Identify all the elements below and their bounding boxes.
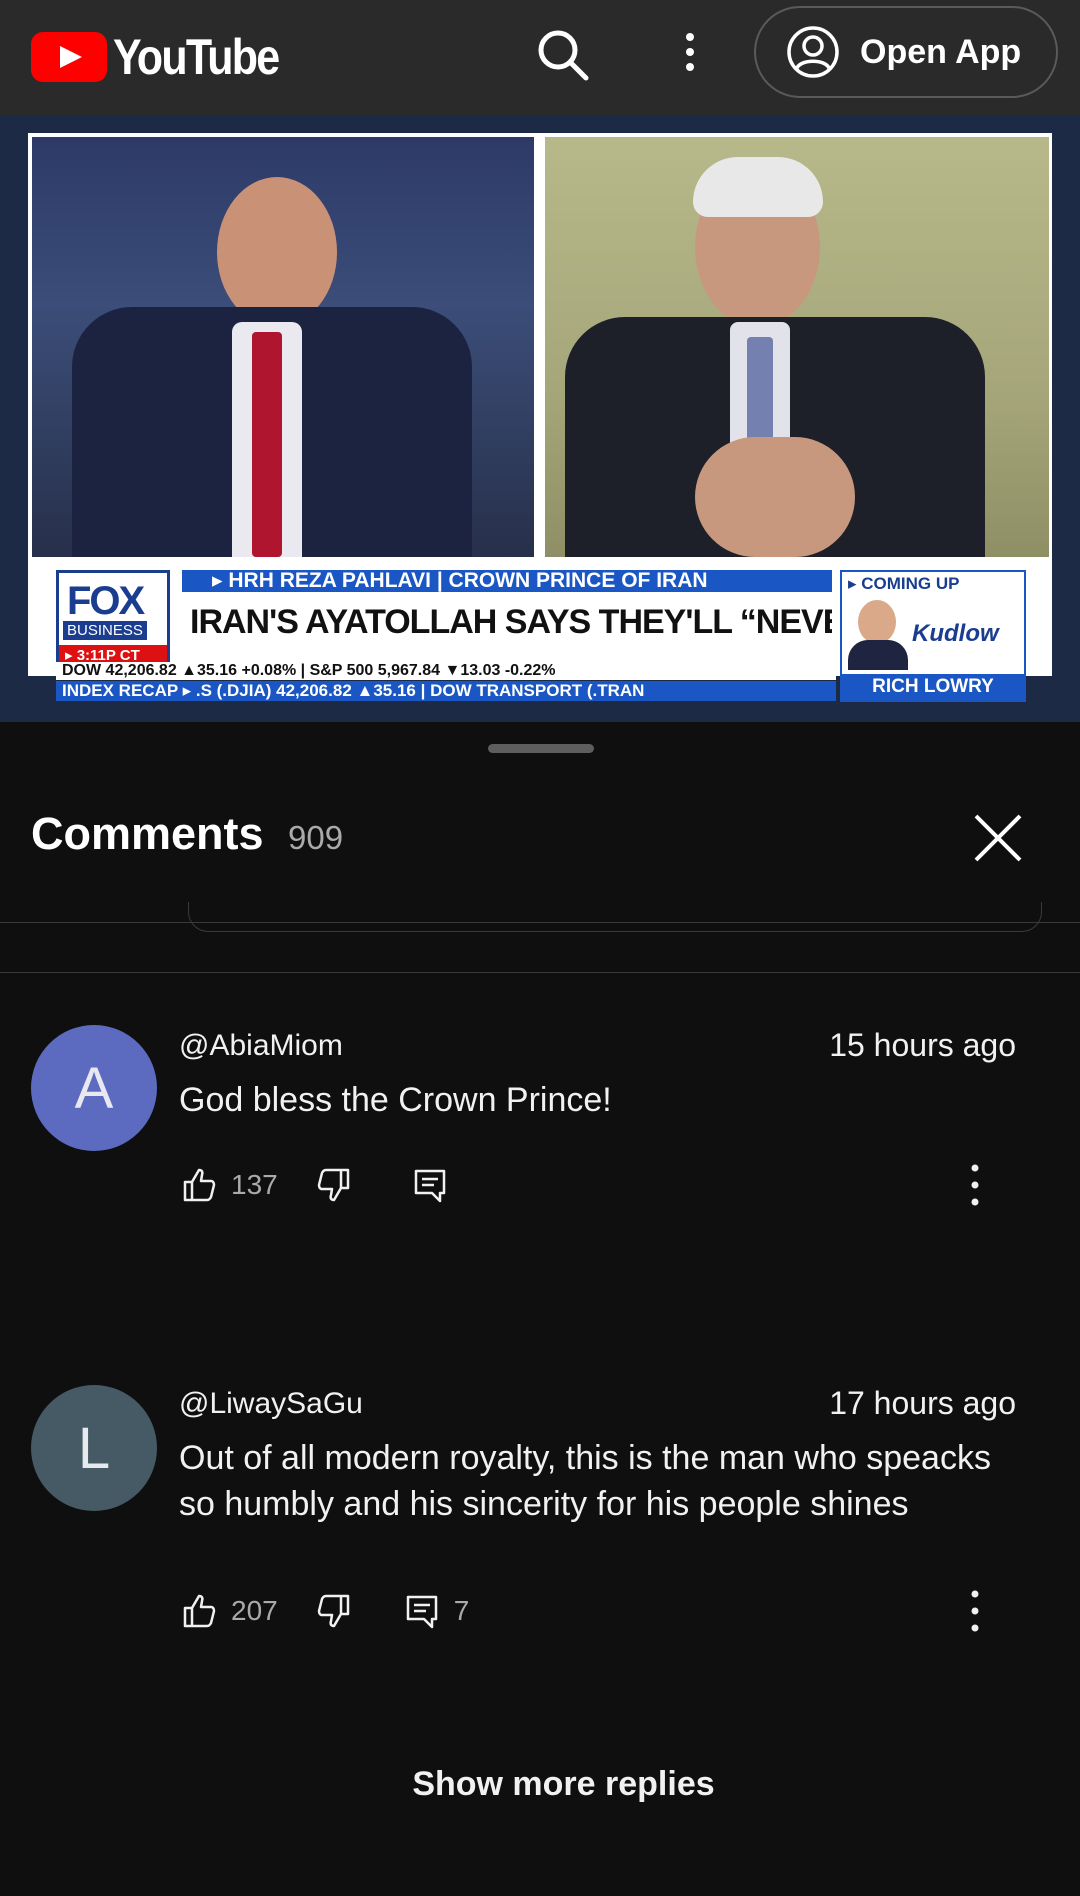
video-player[interactable]: FOX BUSINESS ▸ 3:11P CT ▸ HRH REZA PAHLA… bbox=[0, 115, 1080, 722]
dislike-icon[interactable] bbox=[314, 1165, 354, 1205]
like-icon[interactable] bbox=[179, 1591, 219, 1631]
dislike-icon[interactable] bbox=[314, 1591, 354, 1631]
fox-business-text: BUSINESS bbox=[63, 621, 147, 640]
close-comments-button[interactable] bbox=[970, 810, 1026, 866]
headline: IRAN'S AYATOLLAH SAYS THEY'LL “NEVER SUR… bbox=[182, 594, 832, 650]
avatar[interactable]: L bbox=[31, 1385, 157, 1511]
video-left-panel bbox=[32, 137, 534, 557]
comment-input-edge[interactable] bbox=[188, 902, 1042, 932]
open-app-button[interactable]: Open App bbox=[754, 6, 1058, 98]
show-name: Kudlow bbox=[912, 620, 999, 647]
comment-actions: 137 bbox=[179, 1160, 462, 1210]
index-recap-ticker: INDEX RECAP ▸ .S (.DJIA) 42,206.82 ▲35.1… bbox=[56, 681, 836, 701]
reply-count: 7 bbox=[453, 1595, 470, 1626]
comments-sheet: Comments 909 bbox=[0, 722, 1080, 1896]
search-button[interactable] bbox=[533, 25, 593, 85]
youtube-play-icon bbox=[31, 32, 107, 82]
fox-business-logo: FOX BUSINESS ▸ 3:11P CT bbox=[56, 570, 170, 665]
comments-title: Comments bbox=[31, 808, 264, 859]
comment-author[interactable]: @LiwaySaGu bbox=[179, 1387, 363, 1421]
coming-up-box: ▸ COMING UP Kudlow RICH LOWRY bbox=[840, 570, 1026, 702]
reply-icon[interactable] bbox=[402, 1591, 442, 1631]
fox-logo-text: FOX bbox=[67, 579, 145, 623]
like-count: 137 bbox=[231, 1169, 278, 1200]
comment-text: God bless the Crown Prince! bbox=[179, 1081, 612, 1119]
news-lower-third: FOX BUSINESS ▸ 3:11P CT ▸ HRH REZA PAHLA… bbox=[32, 562, 1049, 702]
video-right-panel bbox=[545, 137, 1049, 557]
close-icon bbox=[974, 814, 1022, 862]
reply-icon[interactable] bbox=[410, 1165, 450, 1205]
comment-more-icon[interactable] bbox=[960, 1586, 990, 1636]
avatar-letter: A bbox=[74, 1055, 114, 1121]
upcoming-guest-name: RICH LOWRY bbox=[842, 674, 1024, 700]
open-app-label: Open App bbox=[860, 32, 1022, 71]
more-vert-icon bbox=[686, 33, 694, 71]
youtube-logo[interactable]: YouTube bbox=[31, 28, 305, 86]
avatar-letter: L bbox=[77, 1415, 111, 1481]
guest-photo-body bbox=[848, 640, 908, 670]
account-circle-icon bbox=[787, 26, 839, 78]
show-more-replies-button[interactable]: Show more replies bbox=[0, 1765, 1080, 1804]
logo-text: YouTube bbox=[113, 29, 280, 85]
more-options-button[interactable] bbox=[672, 25, 708, 85]
comment-time: 15 hours ago bbox=[829, 1027, 1016, 1063]
comment-more-icon[interactable] bbox=[960, 1160, 990, 1210]
guest-strip: ▸ HRH REZA PAHLAVI | CROWN PRINCE OF IRA… bbox=[182, 570, 832, 592]
avatar[interactable]: A bbox=[31, 1025, 157, 1151]
top-app-bar: YouTube Open App bbox=[0, 0, 1080, 115]
like-count: 207 bbox=[231, 1595, 278, 1626]
search-icon bbox=[538, 30, 589, 81]
market-ticker: DOW 42,206.82 ▲35.16 +0.08% | S&P 500 5,… bbox=[56, 662, 836, 680]
divider bbox=[0, 922, 1080, 923]
divider bbox=[0, 972, 1080, 973]
like-icon[interactable] bbox=[179, 1165, 219, 1205]
comment-author[interactable]: @AbiaMiom bbox=[179, 1029, 343, 1063]
comment-time: 17 hours ago bbox=[829, 1385, 1016, 1421]
comment-text: Out of all modern royalty, this is the m… bbox=[179, 1439, 991, 1523]
comment-actions: 207 7 bbox=[179, 1586, 469, 1636]
drag-handle[interactable] bbox=[488, 744, 594, 753]
coming-up-label: ▸ COMING UP bbox=[848, 574, 960, 593]
comments-count: 909 bbox=[288, 819, 344, 856]
guest-photo bbox=[858, 600, 896, 644]
